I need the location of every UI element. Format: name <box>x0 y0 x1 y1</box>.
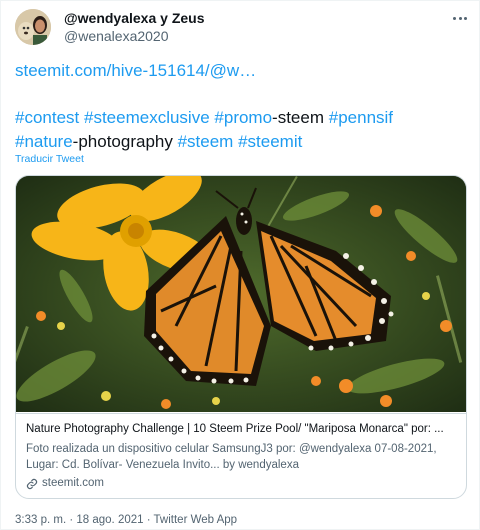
meta-separator: · <box>143 514 154 526</box>
monarch-butterfly-photo <box>16 176 466 412</box>
card-title: Nature Photography Challenge | 10 Steem … <box>26 423 444 435</box>
tweet-metadata: 3:33 p. m. · 18 ago. 2021 · Twitter Web … <box>15 514 237 526</box>
hashtag-steemexclusive[interactable]: #steemexclusive <box>84 108 210 127</box>
hashtag-nature[interactable]: #nature <box>15 132 73 151</box>
hashtag-pennsif[interactable]: #pennsif <box>329 108 393 127</box>
tweet-link[interactable]: steemit.com/hive-151614/@w… <box>15 61 256 80</box>
more-options-button[interactable] <box>449 9 471 27</box>
author-handle[interactable]: @wenalexa2020 <box>64 28 169 44</box>
link-icon <box>26 478 38 489</box>
more-horizontal-icon <box>452 16 468 20</box>
text-steem: -steem <box>272 108 325 127</box>
hashtag-steemit[interactable]: #steemit <box>238 132 302 151</box>
text-photography: -photography <box>72 131 173 151</box>
tweet-text: steemit.com/hive-151614/@w… #contest #st… <box>15 59 471 153</box>
card-domain-row: steemit.com <box>26 476 458 491</box>
hashtag-steem[interactable]: #steem <box>178 132 234 151</box>
card-description: Foto realizada un dispositivo celular Sa… <box>26 443 437 471</box>
tweet-source-link[interactable]: Twitter Web App <box>154 514 238 526</box>
avatar[interactable] <box>15 9 51 45</box>
meta-separator: · <box>66 514 77 526</box>
hashtag-promo[interactable]: #promo <box>214 108 272 127</box>
card-domain: steemit.com <box>42 477 104 489</box>
card-info: Nature Photography Challenge | 10 Steem … <box>16 413 466 498</box>
link-preview-card[interactable]: Nature Photography Challenge | 10 Steem … <box>15 175 467 499</box>
tweet-date[interactable]: 18 ago. 2021 <box>76 514 143 526</box>
tweet: @wendyalexa y Zeus @wenalexa2020 steemit… <box>0 0 480 530</box>
tweet-time[interactable]: 3:33 p. m. <box>15 514 66 526</box>
author-display-name[interactable]: @wendyalexa y Zeus <box>64 10 205 26</box>
hashtag-contest[interactable]: #contest <box>15 108 79 127</box>
translate-tweet-link[interactable]: Traducir Tweet <box>15 153 84 165</box>
